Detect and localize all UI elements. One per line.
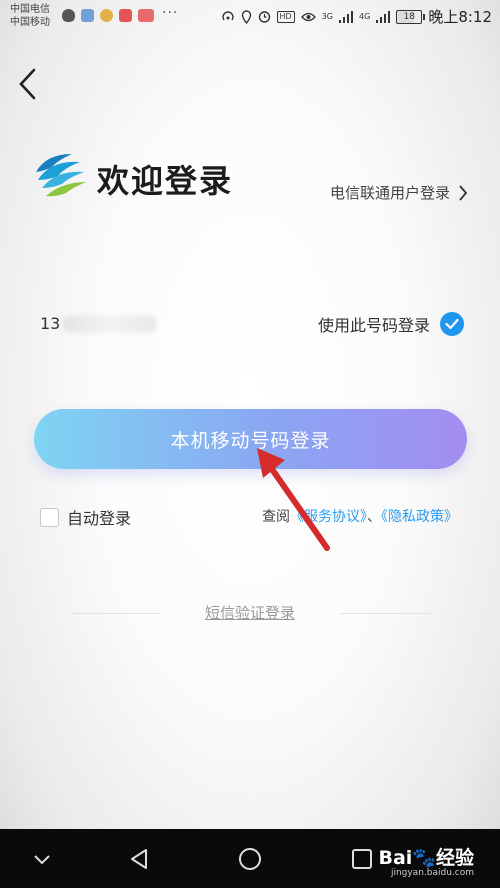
badge-icon [138,9,154,22]
carrier-2: 中国移动 [10,17,50,28]
alt-login-label: 电信联通用户登录 [329,184,450,202]
back-triangle-icon[interactable] [126,845,154,873]
clock: 晚上8:12 [428,8,492,26]
status-right: HD 3G 4G 18 晚上8:12 [221,6,492,27]
divider-left [70,613,160,614]
network-4g-label: 4G [359,12,371,21]
phone-number-blurred [62,314,158,333]
recent-apps-square-icon[interactable] [348,845,376,873]
signal-icon [339,10,354,23]
home-circle-icon[interactable] [236,845,264,873]
chevron-left-icon [19,68,36,100]
checkmark-icon[interactable] [440,312,464,336]
alarm-icon [258,11,270,23]
chevron-right-icon [459,184,468,201]
location-icon [241,9,251,24]
watermark-brand-suffix: 经验 [435,847,474,869]
agree-separator: 、 [367,509,381,525]
auto-login-label: 自动登录 [67,509,132,528]
watermark-brand: Bai [378,847,413,869]
app-icon [81,9,94,22]
baidu-watermark: Bai🐾经验 jingyan.baidu.com [378,843,474,878]
use-this-number-option[interactable]: 使用此号码登录 [318,312,464,336]
hd-badge: HD [276,10,295,23]
paw-icon: 🐾 [412,847,436,869]
phone-prefix: 13 [40,314,61,333]
battery-icon: 18 [396,9,426,24]
sms-login-section: 短信验证登录 [0,602,500,623]
use-number-label: 使用此号码登录 [317,316,430,335]
system-navigation-bar: Bai🐾经验 jingyan.baidu.com [0,829,500,888]
news-icon [119,9,132,22]
sms-login-link[interactable]: 短信验证登录 [205,604,295,622]
telecom-unicom-login-link[interactable]: 电信联通用户登录 [330,182,468,203]
gift-icon [100,9,113,22]
page-title: 欢迎登录 [97,162,234,200]
divider-right [340,613,430,614]
carrier-1: 中国电信 [10,4,50,15]
auto-login-option[interactable]: 自动登录 [40,505,131,529]
eye-icon [300,12,316,21]
watermark-url: jingyan.baidu.com [390,868,474,878]
auto-login-checkbox[interactable] [40,507,59,527]
annotation-arrow-icon [257,448,330,551]
privacy-policy-link[interactable]: 《隐私政策》 [381,509,458,525]
chevron-down-icon[interactable] [28,845,56,873]
china-mobile-logo-icon [36,154,86,197]
back-button[interactable] [14,66,44,102]
carrier-labels: 中国电信 中国移动 [10,3,50,29]
shield-icon [62,9,75,22]
status-bar: 中国电信 中国移动 ··· HD 3G 4G 18 晚上8:12 [0,0,500,34]
more-notifications-icon: ··· [162,5,179,21]
network-3g-label: 3G [321,12,334,21]
signal-icon-2 [376,10,391,23]
phone-number: 13 [40,314,158,333]
hotspot-icon [221,10,234,20]
notification-icons [62,9,154,22]
